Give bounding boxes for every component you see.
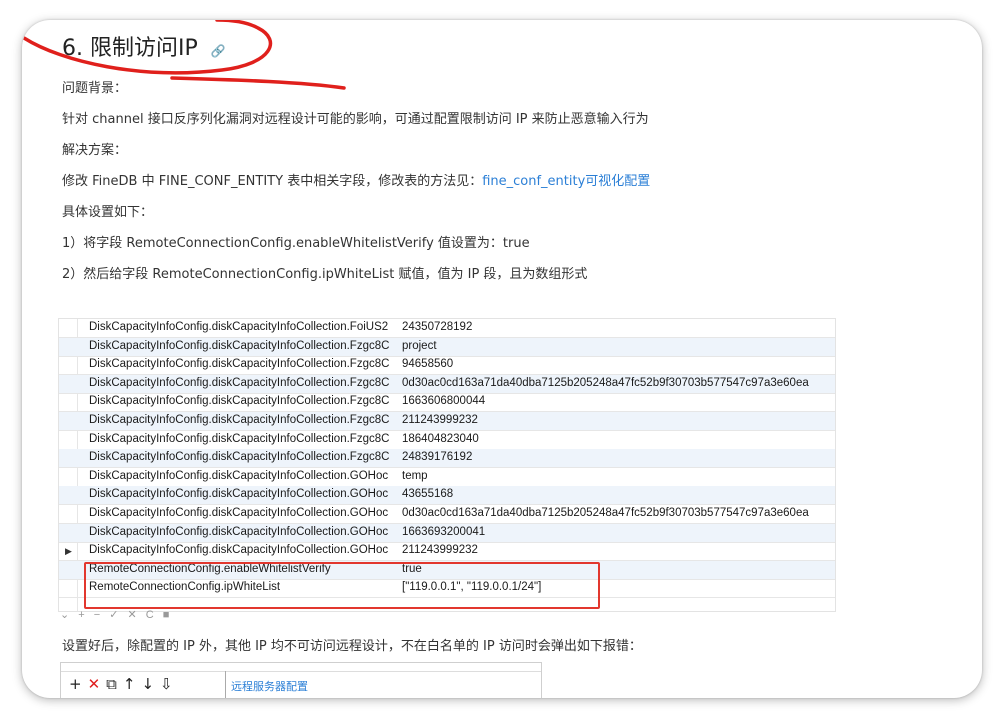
dialog-toolbar: +✕⧉↑↓⇩ (69, 675, 179, 693)
step-1: 1）将字段 RemoteConnectionConfig.enableWhite… (62, 236, 530, 251)
cell-key: DiskCapacityInfoConfig.diskCapacityInfoC… (89, 507, 389, 519)
background-label: 问题背景： (62, 81, 128, 96)
cell-value: 211243999232 (402, 414, 478, 426)
row-pointer-icon: ▶ (65, 546, 72, 557)
cell-key: DiskCapacityInfoConfig.diskCapacityInfoC… (89, 376, 390, 389)
background-text: 针对 channel 接口反序列化漏洞对远程设计可能的影响，可通过配置限制访问 … (62, 112, 649, 127)
table-row[interactable]: DiskCapacityInfoConfig.diskCapacityInfoC… (59, 505, 835, 524)
link-icon[interactable]: 🔗 (211, 44, 226, 58)
cell-value: 0d30ac0cd163a71da40dba7125b205248a47fc52… (402, 376, 809, 389)
cell-value: 24839176192 (402, 451, 473, 464)
solution-text-pre: 修改 FineDB 中 FINE_CONF_ENTITY 表中相关字段，修改表的… (62, 174, 483, 189)
cell-value: 94658560 (402, 358, 454, 371)
cell-value: 24350728192 (402, 321, 473, 333)
cell-value: project (402, 339, 437, 352)
table-row[interactable]: DiskCapacityInfoConfig.diskCapacityInfoC… (59, 523, 835, 543)
table-row[interactable]: DiskCapacityInfoConfig.diskCapacityInfoC… (59, 337, 835, 357)
cell-value: 211243999232 (402, 544, 478, 557)
after-text: 设置好后，除配置的 IP 外，其他 IP 均不可访问远程设计，不在白名单的 IP… (62, 639, 642, 654)
table-row[interactable]: DiskCapacityInfoConfig.diskCapacityInfoC… (59, 431, 835, 450)
remote-server-config-label: 远程服务器配置 (231, 680, 308, 693)
dialog-separator (225, 671, 226, 698)
move-up-icon[interactable]: ↑ (123, 675, 142, 693)
cell-key: DiskCapacityInfoConfig.diskCapacityInfoC… (89, 414, 390, 426)
copy-icon[interactable]: ⧉ (106, 675, 123, 693)
solution-label: 解决方案： (62, 143, 128, 158)
step-2: 2）然后给字段 RemoteConnectionConfig.ipWhiteLi… (62, 267, 588, 282)
remote-server-dialog-screenshot: +✕⧉↑↓⇩ 远程服务器配置 (60, 662, 542, 698)
cell-value: 1663693200041 (402, 525, 486, 538)
table-row[interactable]: DiskCapacityInfoConfig.diskCapacityInfoC… (59, 393, 835, 413)
move-down-icon[interactable]: ↓ (141, 675, 160, 693)
document-card: 6. 限制访问IP 🔗 问题背景： 针对 channel 接口反序列化漏洞对远程… (22, 20, 982, 698)
section-heading: 6. 限制访问IP 🔗 (62, 30, 226, 62)
table-toolbar: ⌄ + − ✓ ✕ C ■ (60, 609, 173, 621)
cell-key: DiskCapacityInfoConfig.diskCapacityInfoC… (89, 395, 390, 408)
table-row[interactable]: DiskCapacityInfoConfig.diskCapacityInfoC… (59, 486, 835, 506)
cell-key: DiskCapacityInfoConfig.diskCapacityInfoC… (89, 469, 389, 482)
table-row[interactable]: ▶ DiskCapacityInfoConfig.diskCapacityInfo… (59, 542, 835, 562)
table-row[interactable]: DiskCapacityInfoConfig.diskCapacityInfoC… (59, 319, 835, 338)
dialog-title-strip (61, 663, 541, 672)
cell-key: DiskCapacityInfoConfig.diskCapacityInfoC… (89, 339, 390, 352)
delete-icon[interactable]: ✕ (88, 675, 107, 693)
cell-key: DiskCapacityInfoConfig.diskCapacityInfoC… (89, 488, 389, 501)
table-row[interactable]: DiskCapacityInfoConfig.diskCapacityInfoC… (59, 449, 835, 469)
cell-value: 0d30ac0cd163a71da40dba7125b205248a47fc52… (402, 507, 809, 519)
cell-value: 186404823040 (402, 432, 479, 445)
cell-key: DiskCapacityInfoConfig.diskCapacityInfoC… (89, 358, 390, 371)
table-row[interactable]: DiskCapacityInfoConfig.diskCapacityInfoC… (59, 412, 835, 431)
cell-key: DiskCapacityInfoConfig.diskCapacityInfoC… (89, 432, 390, 445)
heading-title: 6. 限制访问IP (62, 36, 198, 61)
highlight-box (84, 562, 600, 609)
table-row[interactable]: DiskCapacityInfoConfig.diskCapacityInfoC… (59, 356, 835, 376)
cell-value: temp (402, 469, 428, 482)
settings-label: 具体设置如下： (62, 205, 154, 220)
add-icon[interactable]: + (69, 675, 88, 693)
fine-conf-entity-link[interactable]: fine_conf_entity可视化配置 (482, 174, 650, 189)
cell-value: 43655168 (402, 488, 454, 501)
cell-key: DiskCapacityInfoConfig.diskCapacityInfoC… (89, 451, 390, 464)
table-row[interactable]: DiskCapacityInfoConfig.diskCapacityInfoC… (59, 374, 835, 394)
sort-icon[interactable]: ⇩ (160, 675, 179, 693)
cell-key: DiskCapacityInfoConfig.diskCapacityInfoC… (89, 525, 389, 538)
table-row[interactable]: DiskCapacityInfoConfig.diskCapacityInfoC… (59, 468, 835, 487)
cell-key: DiskCapacityInfoConfig.diskCapacityInfoC… (89, 321, 389, 333)
cell-value: 1663606800044 (402, 395, 486, 408)
solution-text: 修改 FineDB 中 FINE_CONF_ENTITY 表中相关字段，修改表的… (62, 170, 650, 189)
cell-key: DiskCapacityInfoConfig.diskCapacityInfoC… (89, 544, 389, 557)
